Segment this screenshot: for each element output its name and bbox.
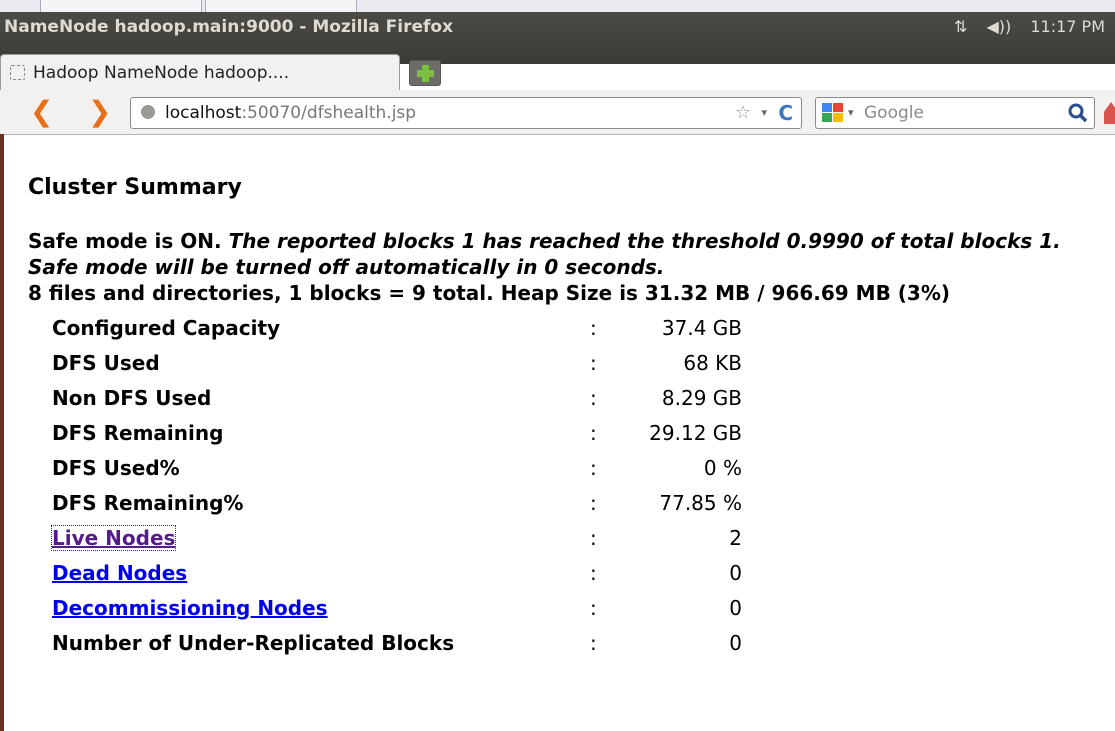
page-content: Cluster Summary Safe mode is ON. The rep… xyxy=(28,134,1113,660)
stat-label: DFS Used% xyxy=(52,455,180,480)
stat-separator: : xyxy=(590,525,597,550)
volume-icon[interactable]: ◀)) xyxy=(986,17,1011,36)
stat-value: 8.29 GB xyxy=(661,385,742,410)
stat-label: Non DFS Used xyxy=(52,385,212,410)
stat-label: DFS Remaining xyxy=(52,420,224,445)
background-window-tab xyxy=(205,0,357,12)
url-host: localhost xyxy=(165,103,242,123)
stat-value: 29.12 GB xyxy=(649,420,742,445)
window-title: NameNode hadoop.main:9000 - Mozilla Fire… xyxy=(4,17,454,37)
live-nodes-link[interactable]: Live Nodes xyxy=(50,524,177,551)
navigation-toolbar: ❮ ❯ localhost:50070/dfshealth.jsp ☆ ▾ C … xyxy=(0,90,1115,135)
tab-label: Hadoop NameNode hadoop.... xyxy=(33,63,290,83)
stat-value: 68 KB xyxy=(683,350,742,375)
stat-separator: : xyxy=(590,420,597,445)
stat-value: 0 xyxy=(729,595,742,620)
background-window-tab xyxy=(40,0,202,12)
stat-label: Configured Capacity xyxy=(52,315,281,340)
stat-separator: : xyxy=(590,630,597,655)
page-favicon-icon xyxy=(10,65,25,80)
back-button[interactable]: ❮ xyxy=(30,94,53,130)
stats-row-under-replicated-blocks: Number of Under-Replicated Blocks : 0 xyxy=(52,625,742,660)
decommissioning-nodes-link[interactable]: Decommissioning Nodes xyxy=(52,596,328,620)
stat-separator: : xyxy=(590,350,597,375)
cluster-stats-table: Configured Capacity : 37.4 GB DFS Used :… xyxy=(50,310,742,660)
stat-value: 0 % xyxy=(703,455,742,480)
clock[interactable]: 11:17 PM xyxy=(1030,17,1105,36)
files-summary: 8 files and directories, 1 blocks = 9 to… xyxy=(28,281,951,305)
page-title: Cluster Summary xyxy=(28,175,242,200)
reload-icon[interactable]: C xyxy=(778,98,793,128)
stats-row-decommissioning-nodes: Decommissioning Nodes : 0 xyxy=(52,590,742,625)
safe-mode-status: Safe mode is ON. xyxy=(28,229,229,253)
stat-label: DFS Remaining% xyxy=(52,490,244,515)
stat-value: 0 xyxy=(729,630,742,655)
stats-row-configured-capacity: Configured Capacity : 37.4 GB xyxy=(52,310,742,345)
site-identity-icon[interactable] xyxy=(141,105,155,119)
stat-label: Number of Under-Replicated Blocks xyxy=(52,630,455,655)
history-dropdown-icon[interactable]: ▾ xyxy=(761,98,767,128)
stat-value: 37.4 GB xyxy=(661,315,742,340)
forward-button[interactable]: ❯ xyxy=(88,94,111,130)
search-icon[interactable] xyxy=(1066,101,1090,125)
dead-nodes-link[interactable]: Dead Nodes xyxy=(52,561,187,585)
url-bar[interactable]: localhost:50070/dfshealth.jsp ☆ ▾ C xyxy=(130,97,802,129)
stat-value: 2 xyxy=(729,525,742,550)
stat-separator: : xyxy=(590,560,597,585)
stats-row-dfs-remaining-percent: DFS Remaining% : 77.85 % xyxy=(52,485,742,520)
url-text[interactable]: localhost:50070/dfshealth.jsp xyxy=(165,98,416,128)
stat-separator: : xyxy=(590,455,597,480)
window-left-border xyxy=(0,134,4,731)
stat-separator: : xyxy=(590,595,597,620)
cluster-status-text: Safe mode is ON. The reported blocks 1 h… xyxy=(28,228,1113,306)
stats-row-live-nodes: Live Nodes : 2 xyxy=(50,520,742,555)
stat-value: 0 xyxy=(729,560,742,585)
search-bar[interactable]: ▾ Google xyxy=(815,97,1095,129)
google-engine-icon[interactable] xyxy=(822,103,844,123)
stats-row-dfs-used-percent: DFS Used% : 0 % xyxy=(52,450,742,485)
search-placeholder[interactable]: Google xyxy=(864,98,924,128)
stats-row-non-dfs-used: Non DFS Used : 8.29 GB xyxy=(52,380,742,415)
bookmark-star-icon[interactable]: ☆ xyxy=(735,98,751,128)
stat-label: DFS Used xyxy=(52,350,160,375)
new-tab-button[interactable] xyxy=(409,60,441,86)
stats-row-dead-nodes: Dead Nodes : 0 xyxy=(52,555,742,590)
tab-hadoop-namenode[interactable]: Hadoop NameNode hadoop.... xyxy=(0,54,400,90)
url-path: :50070/dfshealth.jsp xyxy=(241,103,417,123)
engine-dropdown-icon[interactable]: ▾ xyxy=(848,98,854,128)
stat-separator: : xyxy=(590,490,597,515)
network-icon[interactable]: ⇅ xyxy=(954,17,967,36)
stats-row-dfs-remaining: DFS Remaining : 29.12 GB xyxy=(52,415,742,450)
stat-separator: : xyxy=(590,385,597,410)
home-icon[interactable] xyxy=(1104,102,1115,124)
stat-value: 77.85 % xyxy=(659,490,742,515)
stat-separator: : xyxy=(590,315,597,340)
stats-row-dfs-used: DFS Used : 68 KB xyxy=(52,345,742,380)
system-indicators: ⇅ ◀)) 11:17 PM xyxy=(940,12,1105,42)
